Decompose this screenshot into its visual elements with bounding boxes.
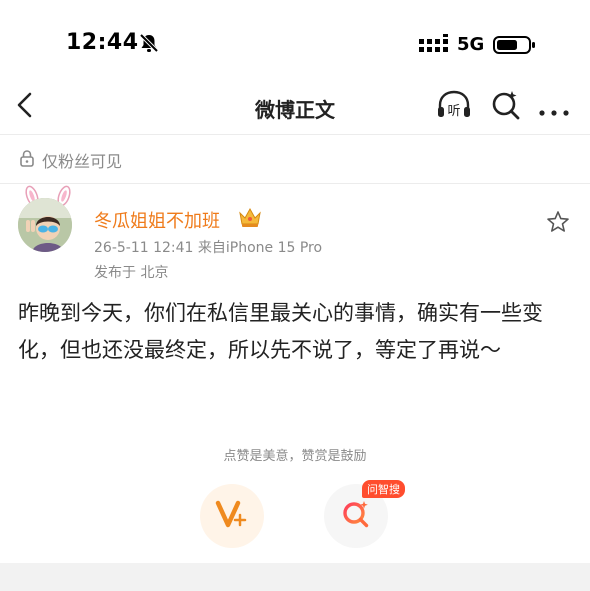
ask-search-badge: 问智搜 bbox=[362, 480, 405, 498]
search-icon[interactable] bbox=[490, 89, 522, 125]
listen-label: 听 bbox=[447, 104, 460, 119]
star-icon[interactable] bbox=[546, 210, 570, 238]
ai-search-icon bbox=[341, 499, 371, 533]
visibility-label: 仅粉丝可见 bbox=[42, 152, 123, 171]
status-time: 12:44 bbox=[66, 30, 139, 55]
post-content: 昨晚到今天，你们在私信里最关心的事情，确实有一些变化，但也还没最终定，所以先不说… bbox=[18, 301, 543, 362]
listen-icon[interactable]: 听 bbox=[436, 90, 472, 126]
author-name[interactable]: 冬瓜姐姐不加班 bbox=[94, 207, 220, 233]
nav-divider bbox=[0, 134, 590, 135]
network-type: 5G bbox=[457, 34, 485, 55]
crown-icon bbox=[238, 206, 262, 232]
visibility-row: 仅粉丝可见 bbox=[18, 148, 122, 172]
status-bar: 12:44 5G bbox=[0, 0, 590, 84]
reward-hint: 点赞是美意，赞赏是鼓励 bbox=[223, 449, 367, 464]
battery-icon bbox=[493, 35, 537, 59]
lock-icon bbox=[18, 149, 36, 171]
post-meta: 26-5-11 12:41 来自iPhone 15 Pro bbox=[94, 240, 323, 256]
nav-bar: 微博正文 听 bbox=[0, 84, 590, 134]
v-plus-icon bbox=[215, 499, 249, 533]
bell-muted-icon bbox=[138, 32, 160, 58]
section-divider bbox=[0, 183, 590, 184]
signal-icon bbox=[419, 32, 451, 58]
more-icon[interactable] bbox=[538, 102, 570, 121]
tip-button[interactable] bbox=[200, 484, 264, 548]
bottom-strip bbox=[0, 563, 590, 591]
avatar[interactable] bbox=[18, 198, 72, 252]
post-location: 发布于 北京 bbox=[94, 265, 169, 281]
